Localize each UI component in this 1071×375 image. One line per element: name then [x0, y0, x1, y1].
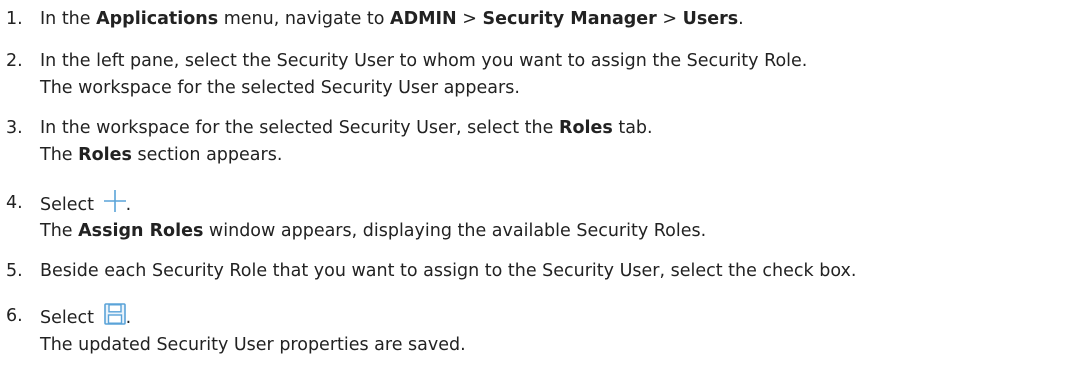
step-number: 3.	[6, 118, 23, 138]
text-segment: section appears.	[131, 145, 283, 165]
step-text: In the Applications menu, navigate to AD…	[40, 8, 744, 30]
admin-ref: ADMIN	[390, 9, 457, 29]
text-segment: In the workspace for the selected Securi…	[40, 118, 559, 138]
text-segment: .	[738, 9, 744, 29]
security-manager-ref: Security Manager	[482, 9, 657, 29]
step-result: The workspace for the selected Security …	[40, 78, 520, 98]
step-number: 4.	[6, 193, 23, 213]
plus-icon	[103, 190, 126, 212]
step-number: 2.	[6, 51, 23, 71]
text-segment: tab.	[612, 118, 653, 138]
text-segment: The	[40, 145, 79, 165]
text-segment: >	[656, 9, 683, 29]
text-segment: Select	[40, 195, 100, 215]
text-segment: .	[125, 308, 132, 328]
text-segment: In the	[40, 9, 97, 29]
assign-roles-window-ref: Assign Roles	[78, 221, 204, 241]
text-segment: window appears, displaying the available…	[203, 221, 707, 241]
text-segment: menu, navigate to	[218, 9, 391, 29]
text-segment: >	[456, 9, 483, 29]
text-segment: The	[40, 221, 79, 241]
step-text: In the left pane, select the Security Us…	[40, 51, 808, 71]
roles-tab-ref: Roles	[558, 118, 613, 138]
step-number: 5.	[6, 261, 23, 281]
step-result: The Roles section appears.	[40, 144, 282, 166]
step-text: In the workspace for the selected Securi…	[40, 117, 653, 139]
save-icon	[103, 303, 126, 325]
text-segment: .	[125, 195, 132, 215]
step-text: Select .	[40, 303, 131, 329]
step-number: 1.	[6, 9, 23, 29]
step-text: Beside each Security Role that you want …	[40, 261, 857, 281]
step-text: Select .	[40, 190, 131, 216]
step-result: The Assign Roles window appears, display…	[40, 220, 706, 242]
step-result: The updated Security User properties are…	[40, 335, 466, 355]
roles-section-ref: Roles	[78, 145, 132, 165]
text-segment: Select	[40, 308, 100, 328]
users-ref: Users	[682, 9, 739, 29]
step-number: 6.	[6, 306, 23, 326]
applications-menu-ref: Applications	[96, 9, 219, 29]
